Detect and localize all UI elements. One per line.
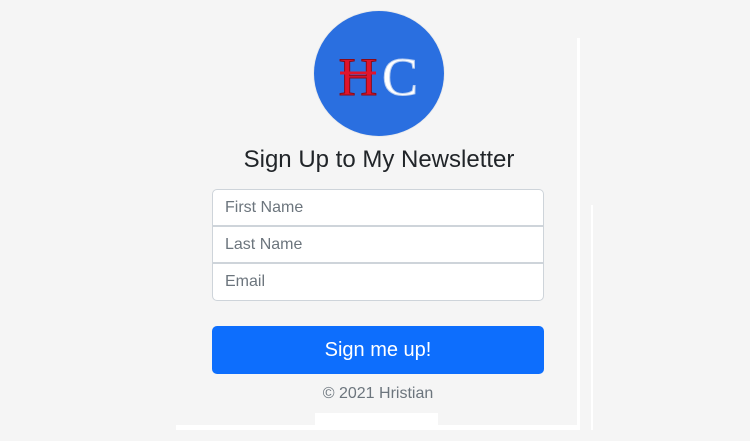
first-name-input[interactable] — [212, 189, 544, 226]
copyright-text: © 2021 Hristian — [322, 385, 434, 402]
edge-artifact — [591, 205, 593, 430]
edge-artifact — [577, 38, 580, 430]
logo-letter-c: C — [382, 47, 418, 107]
email-input[interactable] — [212, 263, 544, 301]
signup-button[interactable]: Sign me up! — [212, 326, 544, 374]
logo-letter-h: H — [339, 47, 378, 107]
edge-artifact — [315, 413, 438, 427]
logo: H C — [314, 11, 444, 136]
last-name-input[interactable] — [212, 226, 544, 263]
logo-monogram: H C — [338, 47, 419, 108]
page-title: Sign Up to My Newsletter — [243, 146, 515, 173]
